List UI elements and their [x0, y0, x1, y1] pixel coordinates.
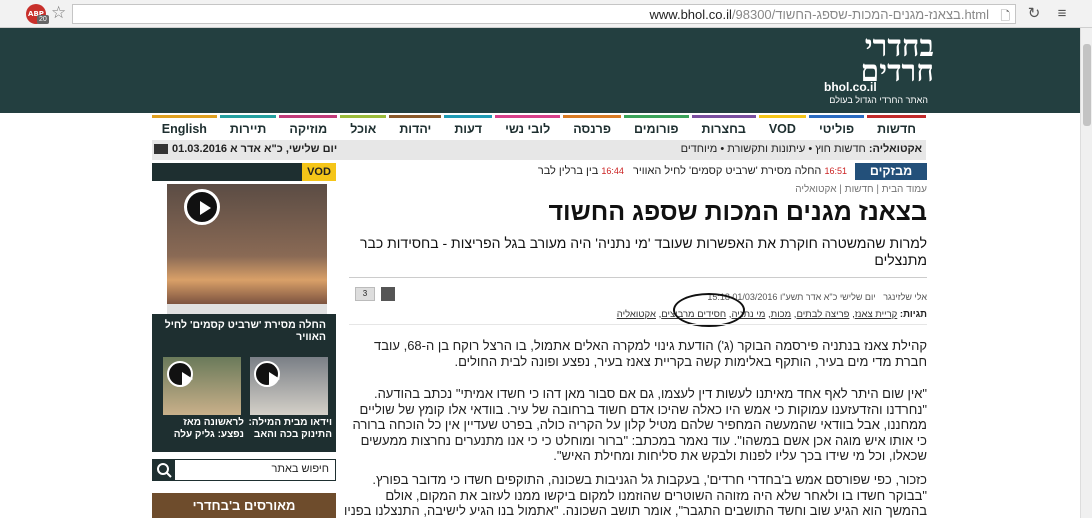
- comment-count-icon[interactable]: 3: [355, 287, 375, 301]
- nav-item-vod[interactable]: VOD: [758, 115, 806, 139]
- address-bar[interactable]: www.bhol.co.il/98300/בצאנז-מגנים-המכות-ש…: [72, 4, 1016, 24]
- article-title: בצאנז מגנים המכות שספג החשוד: [548, 198, 927, 226]
- site-logo[interactable]: בחדרי חרדים bhol.co.il האתר החרדי הגדול …: [824, 29, 934, 108]
- byline: אלי שלזינגר יום שלישי כ"א אדר תשע"ו 01/0…: [707, 292, 927, 302]
- breaking-news-bar: מבזקים 16:51 החלה מסירת 'שרביט קסמים' לח…: [343, 163, 927, 180]
- nav-item-politics[interactable]: פוליטי: [808, 115, 865, 139]
- logo-tagline: האתר החרדי הגדול בעולם: [829, 95, 928, 105]
- site-search: חיפוש באתר: [152, 459, 336, 481]
- nav-item-judaism[interactable]: יהדות: [389, 115, 442, 139]
- nav-item-forums[interactable]: פורומים: [624, 115, 689, 139]
- page-icon: 🗋: [1000, 9, 1010, 23]
- vod-label[interactable]: VOD: [302, 163, 336, 181]
- video-thumbs-panel: וידאו מבית המילה: התינוק בכה והאב לראשונ…: [152, 350, 336, 452]
- browser-menu-icon[interactable]: ≡: [1052, 4, 1072, 24]
- video-thumb-caption[interactable]: לראשונה מאז נפצע: גליק עלה: [160, 417, 244, 441]
- breaking-time: 16:44: [601, 166, 624, 176]
- nav-item-courts[interactable]: בחצרות: [691, 115, 756, 139]
- search-input[interactable]: חיפוש באתר: [272, 463, 330, 475]
- logo-text: בחדרי חרדים: [860, 29, 934, 89]
- mail-icon[interactable]: [154, 144, 168, 154]
- nav-item-women[interactable]: לובי נשי: [495, 115, 561, 139]
- search-icon[interactable]: [153, 460, 175, 480]
- print-icon[interactable]: [381, 287, 395, 301]
- article-tags: תגיות: קריית צאנז, פריצה לבתים, מכות, מי…: [616, 309, 927, 320]
- adblock-count-badge: 20: [37, 15, 49, 24]
- nav-item-english[interactable]: English: [151, 115, 217, 139]
- nav-item-music[interactable]: מוזיקה: [279, 115, 338, 139]
- breaking-headline[interactable]: בין ברלין לבר: [538, 165, 598, 177]
- divider: [349, 324, 927, 325]
- sidebar: VOD החלה מסירת 'שרביט קסמים' לחיל האוויר…: [152, 163, 336, 518]
- breaking-headline[interactable]: החלה מסירת 'שרביט קסמים' לחיל האוויר: [633, 165, 821, 177]
- nav-item-food[interactable]: אוכל: [340, 115, 387, 139]
- nav-item-news[interactable]: חדשות: [867, 115, 926, 139]
- nav-item-opinions[interactable]: דעות: [444, 115, 493, 139]
- article-subtitle: למרות שהמשטרה חוקרת את האפשרות שעובד 'מי…: [360, 235, 927, 268]
- site-header: בחדרי חרדים bhol.co.il האתר החרדי הגדול …: [0, 28, 1080, 113]
- browser-toolbar: ABP 20 ☆ www.bhol.co.il/98300/בצאנז-מגני…: [0, 0, 1092, 28]
- url-text: www.bhol.co.il/98300/בצאנז-מגנים-המכות-ש…: [649, 7, 989, 22]
- tag-link[interactable]: פריצה לבתים: [796, 309, 849, 320]
- main-video-caption[interactable]: החלה מסירת 'שרביט קסמים' לחיל האוויר: [152, 314, 336, 350]
- video-thumb-caption[interactable]: וידאו מבית המילה: התינוק בכה והאב: [248, 417, 332, 441]
- article-paragraph: קהילת צאנז בנתניה פירסמה הבוקר (ג') הודע…: [374, 338, 927, 369]
- logo-domain: bhol.co.il: [824, 80, 877, 94]
- sub-nav-bar: אקטואליה: חדשות חוץ • עיתונות ותקשורת • …: [152, 140, 926, 160]
- play-icon[interactable]: [167, 361, 193, 387]
- play-icon[interactable]: [254, 361, 280, 387]
- tag-link[interactable]: קריית צאנז: [855, 309, 898, 320]
- play-icon[interactable]: [184, 189, 220, 225]
- reload-icon[interactable]: ↻: [1024, 4, 1044, 24]
- scrollbar-thumb[interactable]: [1083, 44, 1091, 126]
- main-video-player[interactable]: [167, 184, 327, 304]
- breadcrumb: עמוד הבית | חדשות | אקטואליה: [795, 184, 927, 195]
- video-controls[interactable]: [167, 304, 327, 314]
- article-paragraph: כזכור, כפי שפורסם אמש ב'בחדרי חרדים', בע…: [343, 472, 927, 518]
- page-scrollbar[interactable]: [1080, 28, 1092, 518]
- bookmark-star-icon[interactable]: ☆: [51, 3, 66, 23]
- breadcrumb-item[interactable]: עמוד הבית: [882, 184, 927, 195]
- video-thumb[interactable]: [163, 357, 241, 415]
- nav-item-livelihood[interactable]: פרנסה: [563, 115, 622, 139]
- tag-link[interactable]: מכות: [771, 309, 792, 320]
- main-nav: חדשות פוליטי VOD בחצרות פורומים פרנסה לו…: [151, 115, 926, 139]
- sub-nav-links[interactable]: אקטואליה: חדשות חוץ • עיתונות ותקשורת • …: [681, 143, 922, 155]
- divider: [349, 277, 927, 278]
- current-date: יום שלישי, כ"א אדר א 01.03.2016: [172, 143, 338, 155]
- tag-link[interactable]: אקטואליה: [617, 309, 656, 320]
- hand-drawn-circle-annotation: [673, 293, 745, 327]
- breadcrumb-item[interactable]: חדשות: [845, 184, 874, 195]
- breaking-label: מבזקים: [855, 163, 927, 180]
- vod-header: VOD: [152, 163, 336, 181]
- breaking-items[interactable]: 16:51 החלה מסירת 'שרביט קסמים' לחיל האוו…: [538, 165, 847, 177]
- breadcrumb-item[interactable]: אקטואליה: [795, 184, 836, 195]
- nav-item-tourism[interactable]: תיירות: [219, 115, 277, 139]
- breaking-time: 16:51: [824, 166, 847, 176]
- tags-label: תגיות:: [899, 309, 927, 320]
- forum-promo[interactable]: מאורסים ב'בחדרי: [152, 493, 336, 518]
- article-paragraph: "אין שום היתר לאף אחד מאיתנו לעשות דין ל…: [352, 386, 928, 463]
- video-thumb[interactable]: [250, 357, 328, 415]
